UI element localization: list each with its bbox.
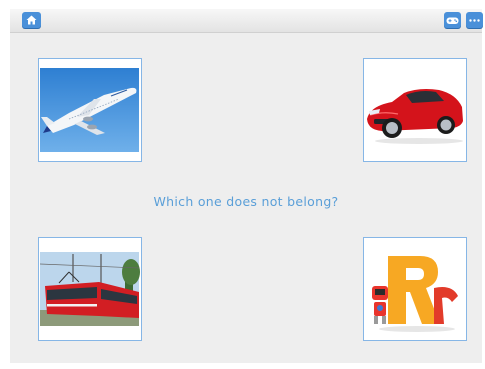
- answer-card-tram[interactable]: [38, 237, 142, 341]
- airplane-image: [39, 59, 140, 160]
- more-button[interactable]: [466, 12, 483, 28]
- home-icon: [26, 15, 37, 25]
- home-button[interactable]: [22, 12, 41, 28]
- game-button[interactable]: [444, 12, 461, 28]
- red-tram-image: [39, 238, 140, 339]
- letter-r-robot-image: [364, 238, 465, 339]
- more-icon: [469, 18, 480, 22]
- answer-card-airplane[interactable]: [38, 58, 142, 162]
- question-text: Which one does not belong?: [153, 194, 339, 209]
- answer-card-letter-r[interactable]: [363, 237, 467, 341]
- top-toolbar: [10, 9, 483, 33]
- gamepad-icon: [446, 17, 459, 24]
- app-frame: Which one does not belong?: [10, 9, 483, 363]
- red-car-image: [364, 59, 465, 160]
- answer-card-car[interactable]: [363, 58, 467, 162]
